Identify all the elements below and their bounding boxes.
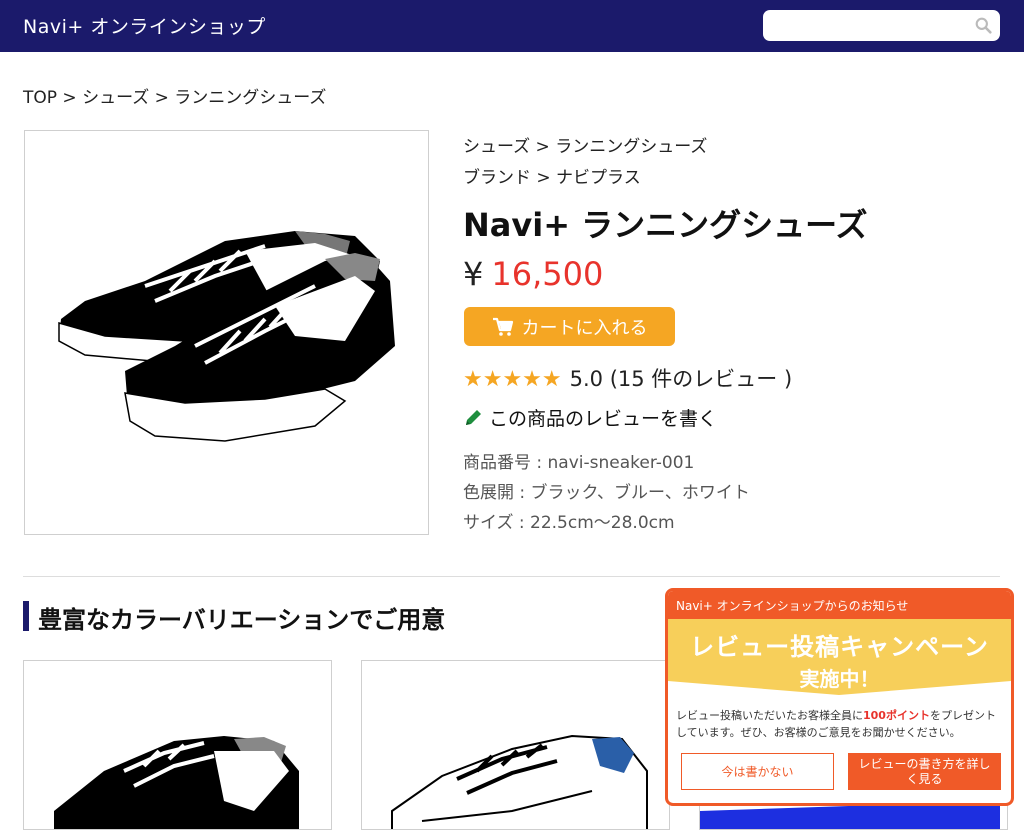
brand-link[interactable]: ブランド > ナビプラス <box>463 163 641 188</box>
black-sneaker-image <box>54 736 299 829</box>
campaign-points: 100ポイント <box>863 709 930 722</box>
color-variant-card-white[interactable] <box>361 660 670 830</box>
write-review-link[interactable]: この商品のレビューを書く <box>463 404 717 431</box>
product-price: ¥16,500 <box>463 255 603 293</box>
section-divider <box>23 576 1000 577</box>
cart-icon <box>492 317 513 336</box>
price-value: 16,500 <box>491 255 604 293</box>
review-campaign-popup: Navi+ オンラインショップからのお知らせ レビュー投稿キャンペーン 実施中！… <box>665 588 1014 806</box>
spec-size: サイズ : 22.5cm〜28.0cm <box>463 513 675 533</box>
campaign-banner: レビュー投稿キャンペーン 実施中！ <box>668 619 1011 695</box>
campaign-subtitle: 実施中！ <box>799 667 880 691</box>
spec-product-number: 商品番号 : navi-sneaker-001 <box>463 453 695 473</box>
white-sneaker-image <box>391 734 648 829</box>
search-icon[interactable] <box>975 17 992 34</box>
site-header: Navi+ オンラインショップ <box>0 0 1024 52</box>
product-rating[interactable]: ★★★★★ 5.0 (15 件のレビュー ) <box>463 363 792 393</box>
search-box[interactable] <box>763 10 1000 41</box>
write-review-label: この商品のレビューを書く <box>489 408 718 430</box>
section-title: 豊富なカラーバリエーションでご用意 <box>38 606 446 634</box>
product-title: Navi+ ランニングシューズ <box>463 206 868 244</box>
breadcrumb[interactable]: TOP > シューズ > ランニングシューズ <box>23 83 326 108</box>
currency-symbol: ¥ <box>463 255 484 293</box>
campaign-description: レビュー投稿いただいたお客様全員に100ポイントをプレゼントしています。ぜひ、お… <box>676 707 1006 741</box>
add-to-cart-button[interactable]: カートに入れる <box>464 307 675 346</box>
site-logo[interactable]: Navi+ オンラインショップ <box>23 12 266 39</box>
color-variant-card-black[interactable] <box>23 660 332 830</box>
category-link[interactable]: シューズ > ランニングシューズ <box>463 132 707 157</box>
campaign-title: レビュー投稿キャンペーン <box>690 633 989 661</box>
review-guide-button[interactable]: レビューの書き方を詳しく見る <box>848 753 1001 790</box>
search-input[interactable] <box>763 10 963 41</box>
dismiss-button[interactable]: 今は書かない <box>681 753 834 790</box>
rating-text: 5.0 (15 件のレビュー ) <box>569 367 793 391</box>
product-main-image[interactable] <box>24 130 429 535</box>
campaign-text-part1: レビュー投稿いただいたお客様全員に <box>676 709 863 722</box>
rating-stars: ★★★★★ <box>463 367 562 392</box>
popup-header: Navi+ オンラインショップからのお知らせ <box>668 591 1011 619</box>
pencil-icon <box>466 409 481 425</box>
section-title-accent <box>23 601 29 631</box>
spec-colors: 色展開 : ブラック、ブルー、ホワイト <box>463 483 750 503</box>
sneaker-illustration <box>58 231 395 442</box>
add-to-cart-label: カートに入れる <box>521 317 648 339</box>
